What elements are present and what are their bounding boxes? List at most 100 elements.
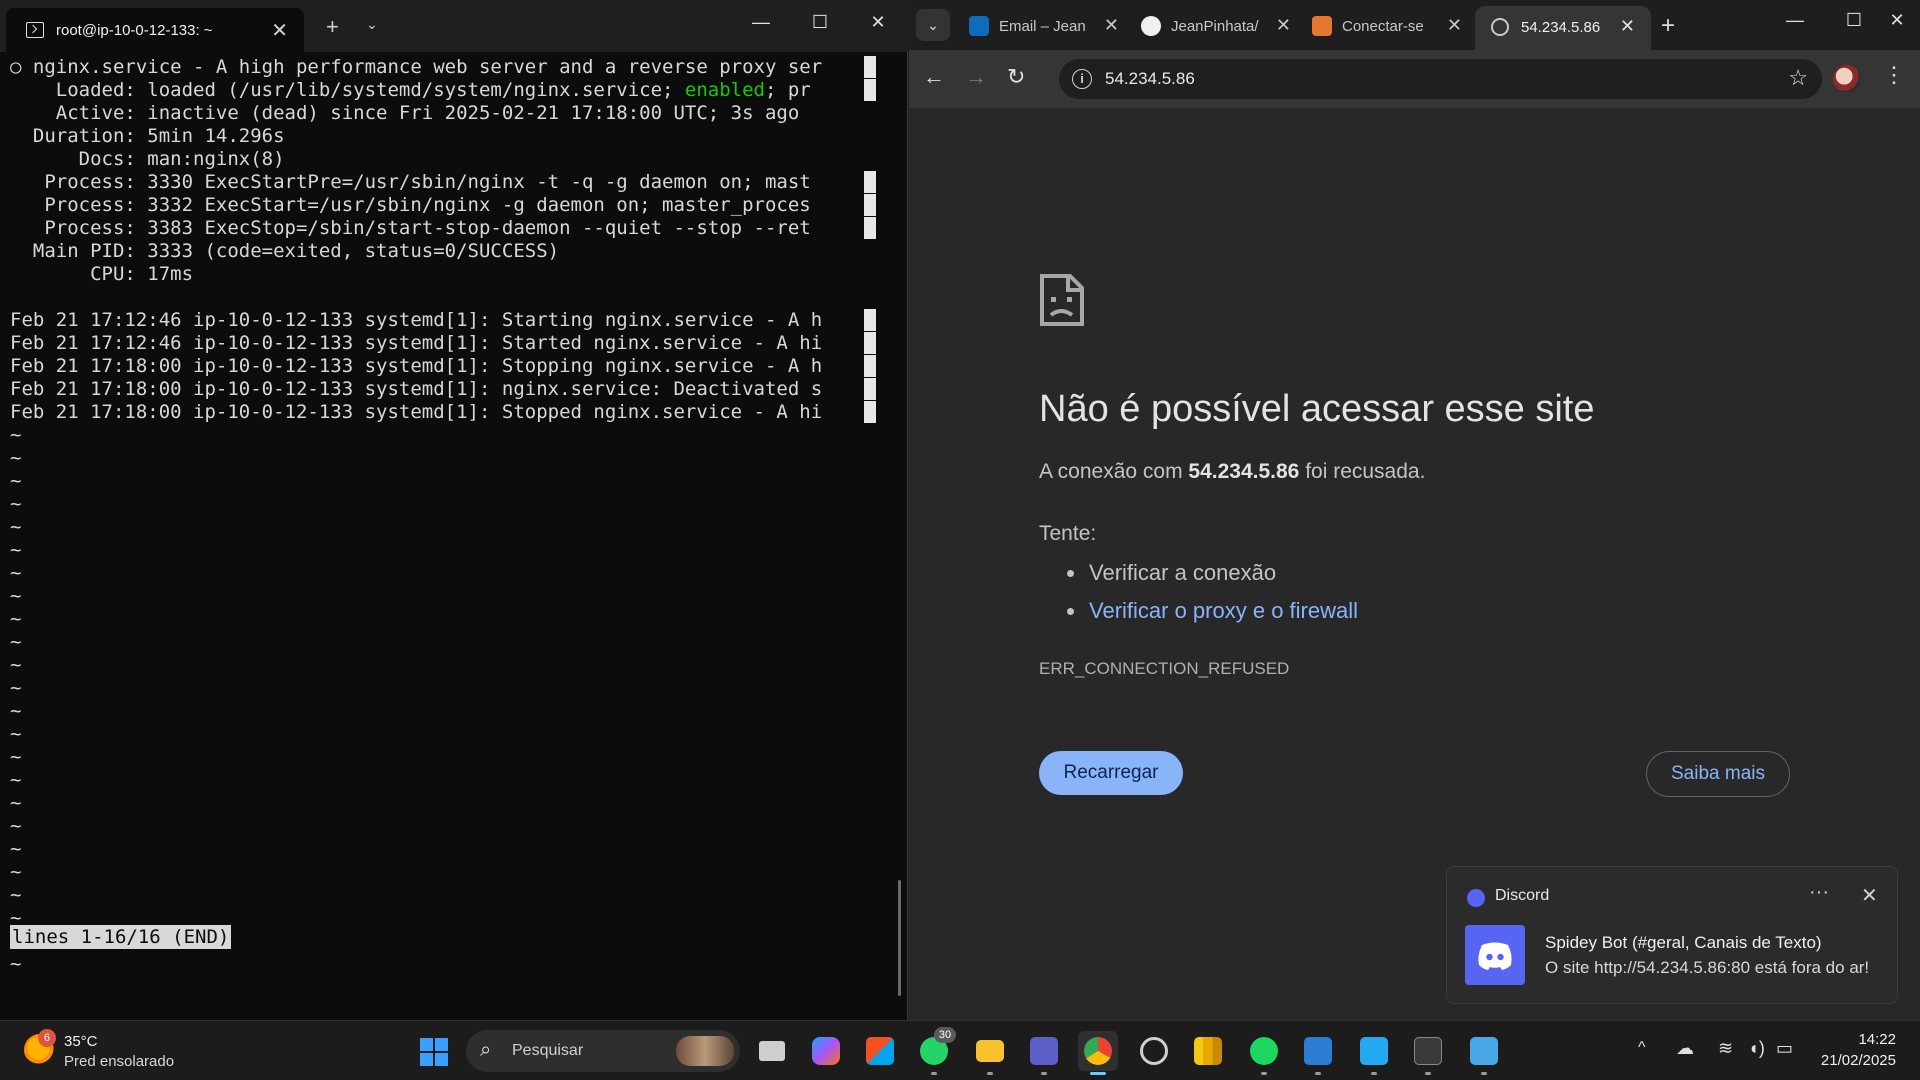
terminal-line: Main PID: 3333 (code=exited, status=0/SU…: [10, 240, 560, 262]
tilde-line: ~: [10, 746, 22, 768]
browser-toolbar: ← → ↻ i 54.234.5.86 ☆ ⋮: [909, 50, 1920, 108]
word-icon[interactable]: [1298, 1031, 1338, 1075]
terminal-line: ○ nginx.service - A high performance web…: [10, 56, 823, 78]
tilde-line: ~: [10, 861, 22, 883]
menu-icon[interactable]: ⋮: [1883, 64, 1905, 86]
terminal-window[interactable]: root@ip-10-0-12-133: ~ ✕ + ⌄ — ☐ ✕ ○ ngi…: [0, 0, 908, 1020]
notepad-icon[interactable]: [1464, 1031, 1504, 1075]
onedrive-icon[interactable]: ☁: [1676, 1038, 1694, 1059]
close-window-icon[interactable]: ✕: [1874, 10, 1920, 31]
power-bi-icon[interactable]: [1188, 1031, 1228, 1071]
truncation-marker: [864, 378, 876, 400]
new-tab-icon[interactable]: +: [326, 14, 339, 40]
truncation-marker: [864, 79, 876, 101]
task-view-icon[interactable]: [752, 1031, 792, 1071]
tab-search-icon[interactable]: ⌄: [916, 9, 950, 41]
terminal-icon: [26, 22, 44, 38]
tilde-line: ~: [10, 493, 22, 515]
terminal-tab[interactable]: root@ip-10-0-12-133: ~ ✕: [6, 8, 304, 52]
truncation-marker: [864, 194, 876, 216]
tilde-line: ~: [10, 884, 22, 906]
close-tab-icon[interactable]: ✕: [1447, 15, 1462, 36]
error-description: A conexão com 54.234.5.86 foi recusada.: [1039, 460, 1426, 483]
more-options-icon[interactable]: ···: [1809, 881, 1829, 904]
terminal-line: Process: 3332 ExecStart=/usr/sbin/nginx …: [10, 194, 811, 216]
taskbar-search[interactable]: ⌕ Pesquisar: [466, 1030, 740, 1072]
vscode-icon[interactable]: [1354, 1031, 1394, 1075]
forward-icon[interactable]: →: [965, 64, 987, 90]
close-window-icon[interactable]: ✕: [855, 12, 901, 33]
spotify-icon[interactable]: [1244, 1031, 1284, 1075]
teams-icon[interactable]: [1024, 1031, 1064, 1075]
terminal-line: Active: inactive (dead) since Fri 2025-0…: [10, 102, 800, 124]
store-icon[interactable]: [860, 1031, 900, 1071]
reload-icon[interactable]: ↻: [1007, 64, 1025, 90]
clock-time[interactable]: 14:22: [1820, 1031, 1896, 1048]
minimize-icon[interactable]: —: [1772, 10, 1818, 31]
discord-notification[interactable]: Discord ··· ✕ Spidey Bot (#geral, Canais…: [1446, 866, 1898, 1004]
maximize-icon[interactable]: ☐: [1831, 10, 1877, 31]
windows-terminal-icon[interactable]: [1408, 1031, 1448, 1075]
back-icon[interactable]: ←: [923, 64, 945, 90]
suggestion-link-proxy[interactable]: Verificar o proxy e o firewall: [1039, 592, 1358, 630]
notification-title: Spidey Bot (#geral, Canais de Texto): [1545, 933, 1822, 952]
windows-start-icon[interactable]: [420, 1038, 448, 1066]
close-icon[interactable]: ✕: [1861, 883, 1878, 908]
close-tab-icon[interactable]: ✕: [271, 18, 288, 43]
tab-title: Conectar-se: [1342, 18, 1424, 35]
tilde-line: ~: [10, 516, 22, 538]
maximize-icon[interactable]: ☐: [797, 12, 843, 33]
file-explorer-icon[interactable]: [970, 1031, 1010, 1075]
tab-github[interactable]: JeanPinhata/ ✕: [1141, 9, 1291, 43]
tab-active[interactable]: 54.234.5.86 ✕: [1475, 6, 1651, 50]
volume-icon[interactable]: ◖): [1748, 1038, 1765, 1059]
battery-icon[interactable]: ▭: [1776, 1038, 1793, 1059]
truncation-marker: [864, 401, 876, 423]
clock-date[interactable]: 21/02/2025: [1806, 1052, 1896, 1069]
terminal-line: Docs: man:nginx(8): [10, 148, 285, 170]
discord-logo-icon: [1465, 925, 1525, 985]
terminal-tab-title: root@ip-10-0-12-133: ~: [56, 22, 213, 39]
site-info-icon[interactable]: i: [1072, 69, 1092, 89]
weather-badge: 6: [38, 1029, 56, 1047]
terminal-output[interactable]: ○ nginx.service - A high performance web…: [0, 56, 908, 1016]
tray-chevron-up-icon[interactable]: ^: [1638, 1039, 1646, 1057]
terminal-line: Feb 21 17:18:00 ip-10-0-12-133 systemd[1…: [10, 401, 823, 423]
wifi-icon[interactable]: ≋: [1718, 1038, 1733, 1059]
tab-aws-connect[interactable]: Conectar-se ✕: [1312, 9, 1462, 43]
close-tab-icon[interactable]: ✕: [1620, 16, 1635, 37]
suggestion-item: Verificar a conexão: [1039, 554, 1358, 592]
new-tab-icon[interactable]: +: [1661, 12, 1675, 40]
chrome-icon[interactable]: [1078, 1031, 1118, 1075]
bookmark-star-icon[interactable]: ☆: [1788, 65, 1808, 91]
close-tab-icon[interactable]: ✕: [1276, 15, 1291, 36]
weather-temperature[interactable]: 35°C: [64, 1033, 98, 1050]
tilde-line: ~: [10, 539, 22, 561]
close-tab-icon[interactable]: ✕: [1104, 15, 1119, 36]
tilde-line: ~: [10, 792, 22, 814]
address-bar[interactable]: i 54.234.5.86 ☆: [1059, 59, 1822, 99]
minimize-icon[interactable]: —: [738, 12, 784, 33]
tab-email[interactable]: Email – Jean ✕: [969, 9, 1119, 43]
reload-button[interactable]: Recarregar: [1039, 751, 1183, 795]
terminal-titlebar[interactable]: root@ip-10-0-12-133: ~ ✕ + ⌄ — ☐ ✕: [0, 0, 908, 52]
taskbar: 6 35°C Pred ensolarado ⌕ Pesquisar 30 ^ …: [0, 1020, 1920, 1080]
notification-body: O site http://54.234.5.86:80 está fora d…: [1545, 958, 1870, 977]
try-label: Tente:: [1039, 522, 1097, 545]
weather-description[interactable]: Pred ensolarado: [64, 1053, 174, 1070]
tilde-line: ~: [10, 447, 22, 469]
tilde-line: ~: [10, 815, 22, 837]
search-placeholder: Pesquisar: [512, 1042, 584, 1059]
terminal-scrollbar[interactable]: [898, 880, 901, 996]
globe-icon: [1491, 18, 1509, 36]
chevron-down-icon[interactable]: ⌄: [366, 16, 378, 33]
tilde-line: ~: [10, 723, 22, 745]
settings-gear-icon[interactable]: [1134, 1031, 1174, 1071]
copilot-icon[interactable]: [806, 1031, 846, 1071]
learn-more-button[interactable]: Saiba mais: [1646, 751, 1790, 797]
truncation-marker: [864, 332, 876, 354]
url-text[interactable]: 54.234.5.86: [1105, 69, 1195, 89]
profile-avatar[interactable]: [1833, 65, 1861, 93]
discord-icon: [1467, 889, 1485, 907]
terminal-line: CPU: 17ms: [10, 263, 194, 285]
